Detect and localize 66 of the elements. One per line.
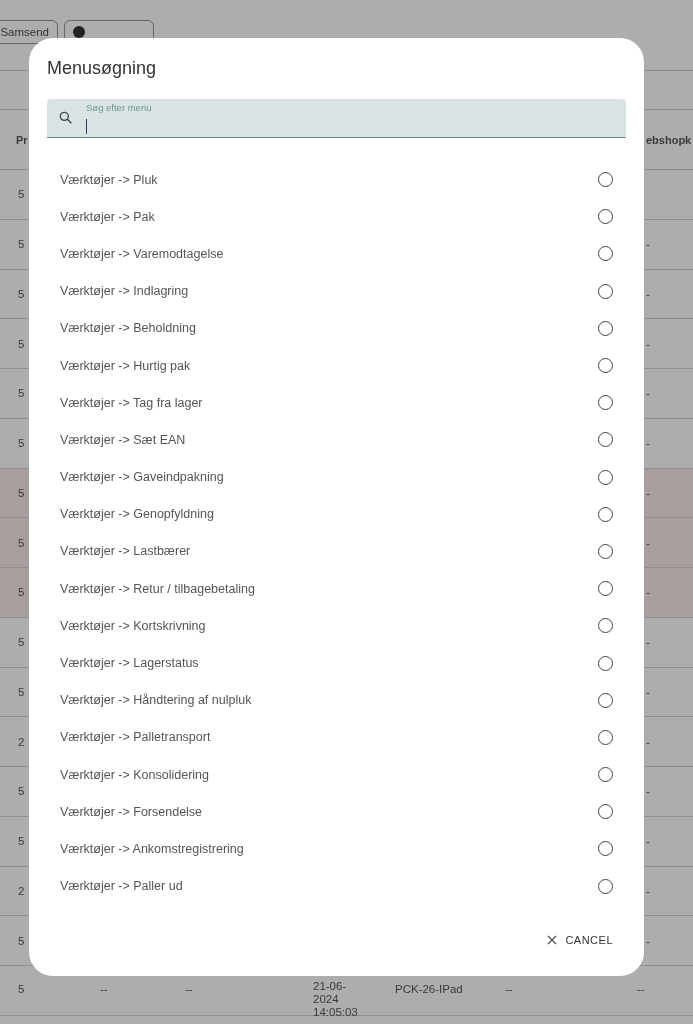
table-cell-text: - <box>646 336 650 352</box>
table-cell-text: -- <box>505 982 513 997</box>
table-cell-text: - <box>646 286 650 302</box>
table-cell-text: - <box>646 485 650 501</box>
table-cell-text: - <box>646 883 650 899</box>
table-cell-text: 5 <box>18 386 25 402</box>
table-cell-text: -- <box>637 982 645 997</box>
text-cursor <box>86 119 87 134</box>
menu-item[interactable]: Værktøjer -> Tag fra lager <box>60 395 203 410</box>
table-cell-text: -- <box>100 982 108 997</box>
table-cell-text: -- <box>185 982 193 997</box>
table-cell-text: - <box>646 834 650 850</box>
menu-item[interactable]: Værktøjer -> Konsolidering <box>60 767 210 782</box>
menu-item[interactable]: Værktøjer -> Ankomstregistrering <box>60 841 244 856</box>
menu-item[interactable]: Værktøjer -> Håndtering af nulpluk <box>60 693 252 708</box>
table-cell-text: - <box>646 436 650 452</box>
table-cell-text: - <box>646 635 650 651</box>
column-header: ebshopk <box>646 132 692 148</box>
menu-item[interactable]: Værktøjer -> Pak <box>60 209 155 224</box>
menu-item[interactable]: Værktøjer -> Indlagring <box>60 284 189 299</box>
table-cell-text: - <box>646 237 650 253</box>
column-header: Pr <box>16 132 28 148</box>
table-cell-text: 5 <box>18 982 25 997</box>
field-label: Søg efter menu <box>86 102 152 114</box>
menu-item[interactable]: Værktøjer -> Pluk <box>60 172 158 187</box>
dialog-title: Menusøgning <box>47 57 158 80</box>
menu-item[interactable]: Værktøjer -> Beholdning <box>60 321 196 336</box>
table-cell-text: 5 <box>18 585 25 601</box>
table-cell-text: 5 <box>18 684 25 700</box>
table-cell-text: - <box>646 784 650 800</box>
table-cell-text: 5 <box>18 635 25 651</box>
table-cell-text: 21-06-2024 14:05:03 <box>313 980 359 1019</box>
search-icon <box>58 110 74 126</box>
table-cell-text: - <box>646 535 650 551</box>
table-cell-text: - <box>646 386 650 402</box>
menu-item[interactable]: Værktøjer -> Lastbærer <box>60 544 191 559</box>
table-cell-text: 5 <box>18 784 25 800</box>
menu-item[interactable]: Værktøjer -> Paller ud <box>60 879 183 894</box>
table-cell-text: 5 <box>18 336 25 352</box>
table-cell-text: 2 <box>18 734 25 750</box>
menu-item[interactable]: Værktøjer -> Gaveindpakning <box>60 470 224 485</box>
table-cell-text: 5 <box>18 485 25 501</box>
table-cell-text: - <box>646 684 650 700</box>
menu-item[interactable]: Værktøjer -> Hurtig pak <box>60 358 191 373</box>
table-cell-text: 5 <box>18 237 25 253</box>
table-cell-text: 2 <box>18 883 25 899</box>
table-cell-text: PCK-26-IPad <box>395 982 463 997</box>
menu-item[interactable]: Værktøjer -> Lagerstatus <box>60 656 199 671</box>
menu-item[interactable]: Værktøjer -> Sæt EAN <box>60 432 186 447</box>
table-cell-text: - <box>646 585 650 601</box>
table-cell-text: 5 <box>18 187 25 203</box>
menu-item[interactable]: Værktøjer -> Genopfyldning <box>60 507 214 522</box>
table-cell-text: - <box>646 933 650 949</box>
table-cell-text: - <box>646 734 650 750</box>
menu-item[interactable]: Værktøjer -> Varemodtagelse <box>60 246 224 261</box>
table-cell-text: 5 <box>18 933 25 949</box>
menu-item[interactable]: Værktøjer -> Forsendelse <box>60 804 203 819</box>
table-cell-text: 5 <box>18 834 25 850</box>
table-cell-text: 5 <box>18 535 25 551</box>
table-cell-text: 5 <box>18 436 25 452</box>
menu-item[interactable]: Værktøjer -> Retur / tilbagebetaling <box>60 581 255 596</box>
table-cell-text: 5 <box>18 286 25 302</box>
cancel-button[interactable]: CANCEL <box>547 930 613 950</box>
close-icon <box>547 935 558 945</box>
menu-item[interactable]: Værktøjer -> Palletransport <box>60 730 211 745</box>
menu-item[interactable]: Værktøjer -> Kortskrivning <box>60 618 206 633</box>
